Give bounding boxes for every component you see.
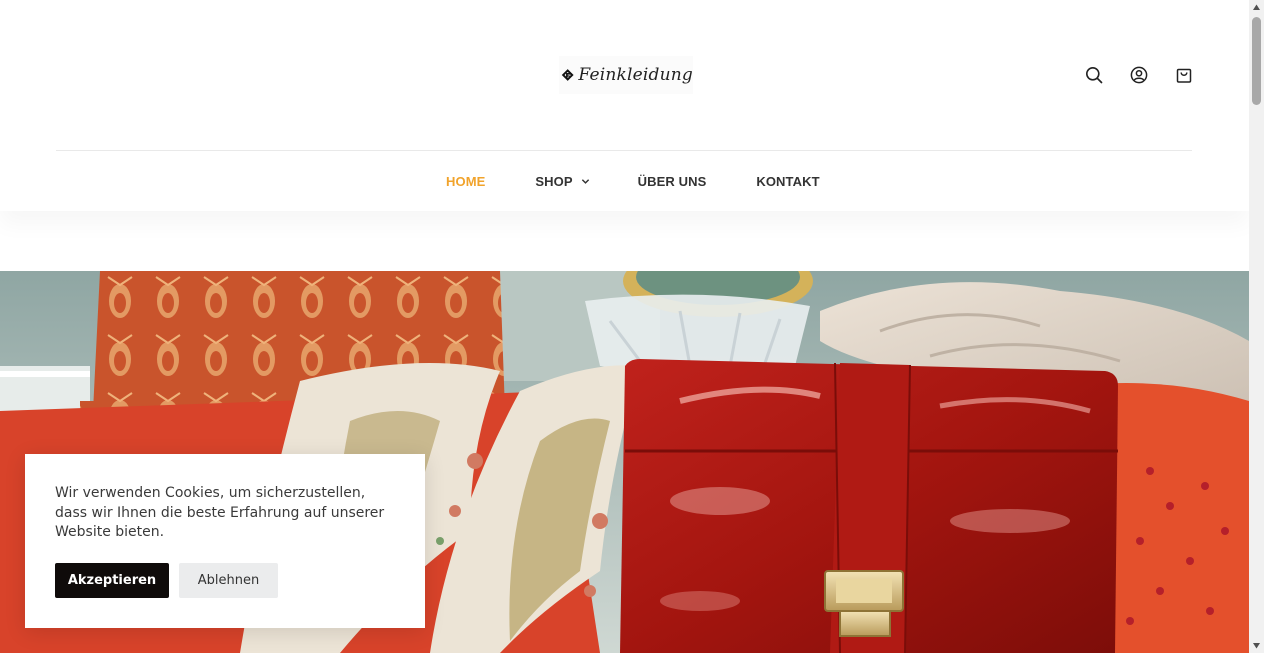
- account-icon: [1130, 66, 1148, 84]
- site-header: Feinkleidung: [0, 0, 1249, 150]
- logo-mark-icon: [561, 69, 574, 81]
- nav-item-about[interactable]: ÜBER UNS: [638, 174, 707, 189]
- nav-menu: HOME SHOP ÜBER UNS KONTAKT: [446, 151, 820, 211]
- scroll-up-arrow-icon[interactable]: [1252, 3, 1261, 12]
- scroll-down-arrow-icon[interactable]: [1252, 641, 1261, 650]
- account-button[interactable]: [1129, 64, 1149, 86]
- page: Feinkleidung HOME SHOP ÜBER UNS KONTAKT …: [0, 0, 1249, 653]
- scrollbar-thumb[interactable]: [1252, 17, 1261, 105]
- nav-item-shop[interactable]: SHOP: [535, 174, 589, 189]
- cookie-message: Wir verwenden Cookies, um sicherzustelle…: [55, 485, 385, 540]
- site-logo[interactable]: Feinkleidung: [559, 56, 693, 94]
- nav-item-shop-label: SHOP: [535, 173, 573, 189]
- main-navigation: HOME SHOP ÜBER UNS KONTAKT: [0, 151, 1249, 211]
- accept-cookies-button[interactable]: Akzeptieren: [55, 563, 169, 598]
- search-button[interactable]: [1084, 64, 1104, 86]
- header-icons: [1084, 64, 1194, 86]
- nav-item-home[interactable]: HOME: [446, 174, 485, 189]
- decline-cookies-button[interactable]: Ablehnen: [179, 563, 278, 598]
- cart-icon: [1176, 68, 1192, 83]
- search-icon: [1086, 67, 1103, 84]
- cart-button[interactable]: [1174, 64, 1194, 86]
- nav-item-contact[interactable]: KONTAKT: [756, 174, 819, 189]
- cookie-banner: Wir verwenden Cookies, um sicherzustelle…: [25, 454, 425, 628]
- page-scrollbar[interactable]: [1249, 0, 1264, 653]
- logo-text: Feinkleidung: [578, 65, 693, 85]
- chevron-down-icon: [581, 178, 589, 184]
